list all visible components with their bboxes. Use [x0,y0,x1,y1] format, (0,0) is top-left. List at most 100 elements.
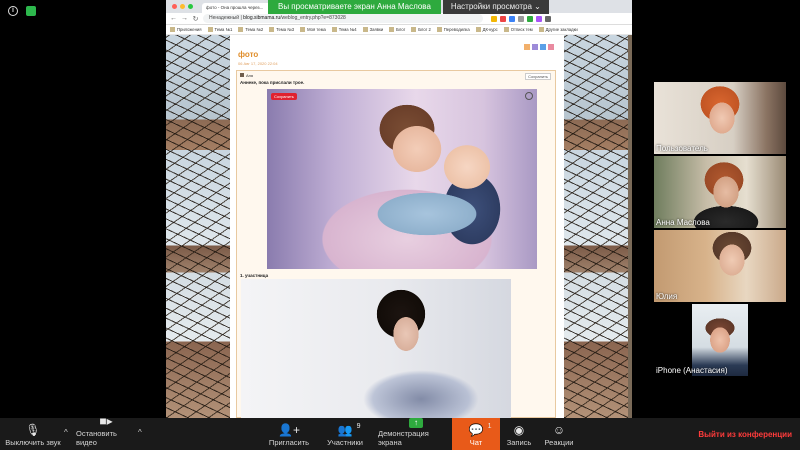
window-controls [172,4,193,9]
microphone-icon: 🎙 [25,423,41,437]
folder-icon [503,27,509,32]
meeting-toolbar: 🎙 Выключить звук ^ ■▸ Остановить видео ^… [0,414,800,450]
theme-swatch[interactable] [548,44,554,50]
bookmark-item[interactable]: ДК-курс [475,27,498,32]
extension-icon[interactable] [500,15,506,22]
participant-name: iPhone (Анастасия) [656,366,728,375]
extension-icon[interactable] [527,15,533,22]
web-page: фото 06 Авг 17, 2020 22:04 Аня Сохранить… [166,35,632,418]
folder-icon [362,27,368,32]
bookmark-item[interactable]: Тема №4 [331,27,357,32]
chat-icon: 💬 1 [469,423,492,437]
bookmark-item[interactable]: Тема №2 [238,27,263,32]
participants-label: Участники [327,438,363,447]
browser-toolbar: ← → ↻ Ненадежный | blog.sibmama.ru/weblo… [166,13,632,25]
extension-icon[interactable] [536,15,542,22]
audio-options-chevron-icon[interactable]: ^ [64,428,68,437]
reactions-label: Реакции [544,438,574,447]
bookmark-label: Моя тема [307,27,326,32]
zoom-in-icon[interactable] [525,92,533,100]
minimize-window-icon[interactable] [180,4,185,9]
author-name: Аня [246,73,254,78]
post-author[interactable]: Аня [240,73,253,78]
post-title[interactable]: фото [238,50,258,59]
participant-tile[interactable]: Пользователь [654,82,786,154]
shared-screen: фото - Она прошла через... ← → ↻ Ненадеж… [166,0,632,418]
bookmark-item[interactable]: Тема №1 [207,27,232,32]
maximize-window-icon[interactable] [188,4,193,9]
bookmark-item[interactable]: Переводилка [436,27,470,32]
bookmark-item[interactable]: Моя тема [300,27,326,32]
address-bar[interactable]: Ненадежный | blog.sibmama.ru/weblog_entr… [203,14,483,23]
stop-video-button[interactable]: ■▸ Остановить видео [76,414,136,450]
browser-tab[interactable]: фото - Она прошла через... [202,3,274,13]
invite-button[interactable]: 👤+ Пригласить [266,418,312,450]
record-icon: ◉ [513,423,525,437]
bookmark-item[interactable]: Блог [389,27,405,32]
share-screen-button[interactable]: ↑ Демонстрация экрана [378,418,454,450]
share-banner-text: Вы просматриваете экран Анна Маслова [268,0,441,14]
video-camera-icon: ■▸ [99,414,113,428]
participant-tile[interactable]: iPhone (Анастасия) [654,304,786,376]
participants-button[interactable]: 👥 9 Участники [322,418,368,450]
photo-caption: 1. участница [240,273,269,278]
folder-icon [170,27,175,32]
share-screen-icon: ↑ [409,414,423,428]
bookmark-label: Блог 2 [418,27,431,32]
pinterest-save-button[interactable]: Сохранить [271,93,297,100]
record-button[interactable]: ◉ Запись [502,418,536,450]
close-window-icon[interactable] [172,4,177,9]
lock-icon[interactable] [26,6,36,16]
folder-icon [238,27,244,32]
participant-tile[interactable]: Анна Маслова [654,156,786,228]
bookmark-item[interactable]: Приложения [170,27,202,32]
bookmark-label: Тема №4 [338,27,357,32]
blog-content: фото 06 Авг 17, 2020 22:04 Аня Сохранить… [230,35,564,418]
photo-participant[interactable] [241,279,511,418]
bookmark-item[interactable]: Заявки [362,27,384,32]
view-options-button[interactable]: Настройки просмотра ⌄ [442,0,549,14]
participant-name: Юлия [656,292,678,301]
bookmark-item[interactable]: Отписк тем [503,27,533,32]
extension-icon[interactable] [545,15,551,22]
mute-label: Выключить звук [5,438,61,447]
photo-children[interactable]: Сохранить [267,89,537,269]
back-icon[interactable]: ← [170,15,177,22]
extension-icon[interactable] [509,15,515,22]
folder-icon [475,27,481,32]
extension-icons [491,15,551,22]
reactions-button[interactable]: ☺ Реакции [540,418,578,450]
bookmark-label: Отписк тем [510,27,533,32]
reactions-icon: ☺ [552,423,566,437]
bookmark-item[interactable]: Блог 2 [411,27,431,32]
reload-icon[interactable]: ↻ [192,15,199,23]
leave-meeting-button[interactable]: Выйти из конференции [698,430,792,439]
bookmark-label: Заявки [369,27,384,32]
theme-swatch[interactable] [524,44,530,50]
chat-button[interactable]: 💬 1 Чат [452,418,500,450]
chat-label: Чат [469,438,483,447]
mute-button[interactable]: 🎙 Выключить звук [4,418,62,450]
entry-action-button[interactable]: Сохранить [525,73,551,80]
bookmark-label: Тема №2 [245,27,264,32]
post-text: Аннеке, пока прислали трое. [240,80,305,85]
bookmark-item[interactable]: Тема №3 [269,27,294,32]
background-image-left [166,35,230,418]
theme-swatch[interactable] [532,44,538,50]
bookmark-label: Переводилка [443,27,470,32]
url-path: /weblog_entry.php?e=873028 [280,15,346,21]
bookmark-item[interactable]: Другие закладки [538,27,578,32]
forward-icon[interactable]: → [181,15,188,22]
info-icon[interactable]: i [8,6,18,16]
url-security-label: Ненадежный | [209,15,244,21]
participant-tile[interactable]: Юлия [654,230,786,302]
folder-icon [269,27,275,32]
zoom-window: i фото - Она прошла через... ← → ↻ Ненад… [0,0,800,450]
extension-icon[interactable] [518,15,524,22]
theme-swatch[interactable] [540,44,546,50]
post-date: 06 Авг 17, 2020 22:04 [238,61,278,66]
bookmark-label: ДК-курс [482,27,498,32]
folder-icon [436,27,442,32]
video-options-chevron-icon[interactable]: ^ [138,428,142,437]
extension-icon[interactable] [491,15,497,22]
